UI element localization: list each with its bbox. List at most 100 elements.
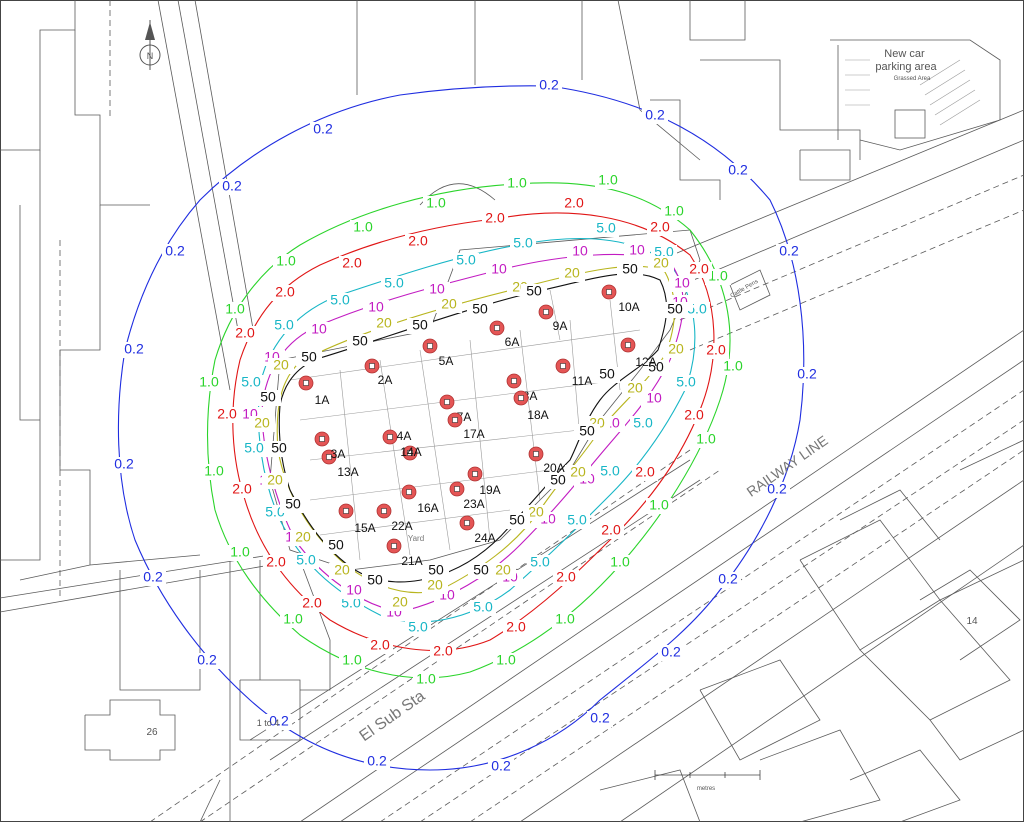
sample-label: 15A bbox=[354, 521, 375, 535]
contour-label-2.0: 2.0 bbox=[601, 522, 621, 538]
sample-marker-square bbox=[406, 489, 412, 495]
contour-label-1.0: 1.0 bbox=[664, 203, 684, 219]
contour-label-20: 20 bbox=[267, 472, 283, 488]
sample-point-4A[interactable]: 4A bbox=[382, 429, 411, 445]
contour-label-10: 10 bbox=[311, 321, 327, 337]
contour-label-1.0: 1.0 bbox=[496, 652, 516, 668]
contour-label-2.0: 2.0 bbox=[556, 569, 576, 585]
contour-label-1.0: 1.0 bbox=[696, 431, 716, 447]
contour-label-20: 20 bbox=[653, 255, 669, 271]
contour-label-20: 20 bbox=[495, 562, 511, 578]
contour-label-50: 50 bbox=[622, 261, 638, 277]
contour-label-50: 50 bbox=[260, 389, 276, 405]
contour-label-1.0: 1.0 bbox=[426, 195, 446, 211]
sample-point-24A[interactable]: 24A bbox=[459, 515, 496, 545]
contour-label-1.0: 1.0 bbox=[723, 358, 743, 374]
contour-label-20: 20 bbox=[528, 504, 544, 520]
contour-label-0.2: 0.2 bbox=[645, 107, 665, 123]
sample-label: 1A bbox=[315, 393, 330, 407]
sample-label: 16A bbox=[417, 501, 438, 515]
contour-label-5.0: 5.0 bbox=[513, 235, 533, 251]
contour-label-5.0: 5.0 bbox=[633, 415, 653, 431]
sample-marker-square bbox=[319, 436, 325, 442]
contour-label-2.0: 2.0 bbox=[275, 284, 295, 300]
sample-marker-square bbox=[427, 343, 433, 349]
sample-point-6A[interactable]: 6A bbox=[489, 320, 519, 349]
contour-label-10: 10 bbox=[491, 261, 507, 277]
sample-label: 18A bbox=[527, 408, 548, 422]
contour-label-5.0: 5.0 bbox=[330, 292, 350, 308]
sample-point-21A[interactable]: 21A bbox=[386, 538, 423, 568]
contour-label-1.0: 1.0 bbox=[283, 611, 303, 627]
contour-label-1.0: 1.0 bbox=[225, 301, 245, 317]
sample-label: 13A bbox=[337, 465, 358, 479]
sample-marker-square bbox=[494, 325, 500, 331]
sample-point-10A[interactable]: 10A bbox=[601, 284, 640, 314]
contour-label-1.0: 1.0 bbox=[204, 463, 224, 479]
contour-label-10: 10 bbox=[368, 299, 384, 315]
sample-label: 22A bbox=[391, 519, 412, 533]
contour-label-5.0: 5.0 bbox=[241, 374, 261, 390]
sample-label: 11A bbox=[572, 374, 592, 388]
contour-label-0.2: 0.2 bbox=[367, 753, 387, 769]
sample-marker-square bbox=[381, 508, 387, 514]
contour-label-50: 50 bbox=[271, 440, 287, 456]
sample-label: 9A bbox=[553, 319, 568, 333]
contour-label-10: 10 bbox=[346, 582, 362, 598]
sample-marker-square bbox=[543, 309, 549, 315]
contour-label-5.0: 5.0 bbox=[600, 463, 620, 479]
contour-label-5.0: 5.0 bbox=[296, 552, 316, 568]
contour-label-20: 20 bbox=[334, 562, 350, 578]
contour-label-20: 20 bbox=[427, 577, 443, 593]
sample-label: 24A bbox=[474, 531, 495, 545]
sample-label: 3A bbox=[331, 447, 346, 461]
contour-label-5.0: 5.0 bbox=[244, 440, 264, 456]
contour-label-1.0: 1.0 bbox=[276, 253, 296, 269]
contour-label-5.0: 5.0 bbox=[567, 512, 587, 528]
contour-label-50: 50 bbox=[328, 537, 344, 553]
sample-point-20A[interactable]: 20A bbox=[528, 446, 565, 475]
contour-map: N 0.2 0.2 0.2 0.2 0.2 0.2 0.2 0.2 0.2 0.2 0.2 0.2 0.… bbox=[0, 0, 1024, 822]
contour-label-2.0: 2.0 bbox=[408, 233, 428, 249]
contour-label-2.0: 2.0 bbox=[370, 637, 390, 653]
sample-marker-square bbox=[533, 451, 539, 457]
contour-label-50: 50 bbox=[579, 423, 595, 439]
sample-point-1A[interactable]: 1A bbox=[298, 375, 330, 407]
contour-label-10: 10 bbox=[646, 390, 662, 406]
sample-point-16A[interactable]: 16A bbox=[401, 484, 439, 515]
sample-marker-square bbox=[452, 417, 458, 423]
contour-label-5.0: 5.0 bbox=[384, 275, 404, 291]
contour-label-10: 10 bbox=[674, 275, 690, 291]
contour-label-0.2: 0.2 bbox=[197, 652, 217, 668]
sample-marker-square bbox=[511, 378, 517, 384]
sample-point-3A[interactable]: 3A bbox=[321, 447, 346, 465]
contour-label-2.0: 2.0 bbox=[235, 325, 255, 341]
contour-label-50: 50 bbox=[526, 283, 542, 299]
contour-label-1.0: 1.0 bbox=[416, 671, 436, 687]
contour-label-2.0: 2.0 bbox=[342, 255, 362, 271]
contour-label-0.2: 0.2 bbox=[661, 644, 681, 660]
contour-labels: 0.2 0.2 0.2 0.2 0.2 0.2 0.2 0.2 0.2 0.2 0.2 0.2 0.2 0… bbox=[111, 77, 820, 775]
contour-label-50: 50 bbox=[473, 562, 489, 578]
contour-label-20: 20 bbox=[254, 415, 270, 431]
sample-point-12A[interactable]: 12A bbox=[620, 337, 657, 369]
sample-point-9A[interactable]: 9A bbox=[538, 304, 568, 333]
sample-point-14A[interactable]: 14A bbox=[400, 445, 422, 461]
sample-point-5A[interactable]: 5A bbox=[422, 338, 453, 368]
contour-label-2.0: 2.0 bbox=[689, 261, 709, 277]
sample-label: 23A bbox=[463, 497, 484, 511]
sample-point-22A[interactable]: 22A bbox=[376, 503, 413, 533]
contour-label-2.0: 2.0 bbox=[684, 407, 704, 423]
north-arrow-icon: N bbox=[139, 20, 161, 70]
contour-label-0.2: 0.2 bbox=[779, 243, 799, 259]
sample-point-2A[interactable]: 2A bbox=[364, 358, 392, 387]
contour-label-20: 20 bbox=[295, 529, 311, 545]
sample-point-15A[interactable]: 15A bbox=[338, 503, 376, 535]
contour-label-5.0: 5.0 bbox=[274, 317, 294, 333]
contour-label-50: 50 bbox=[285, 496, 301, 512]
contour-label-0.2: 0.2 bbox=[491, 758, 511, 774]
contour-label-1.0: 1.0 bbox=[342, 652, 362, 668]
contour-label-5.0: 5.0 bbox=[530, 554, 550, 570]
contour-label-0.2: 0.2 bbox=[728, 162, 748, 178]
sample-point-11A[interactable]: 11A bbox=[555, 358, 592, 388]
